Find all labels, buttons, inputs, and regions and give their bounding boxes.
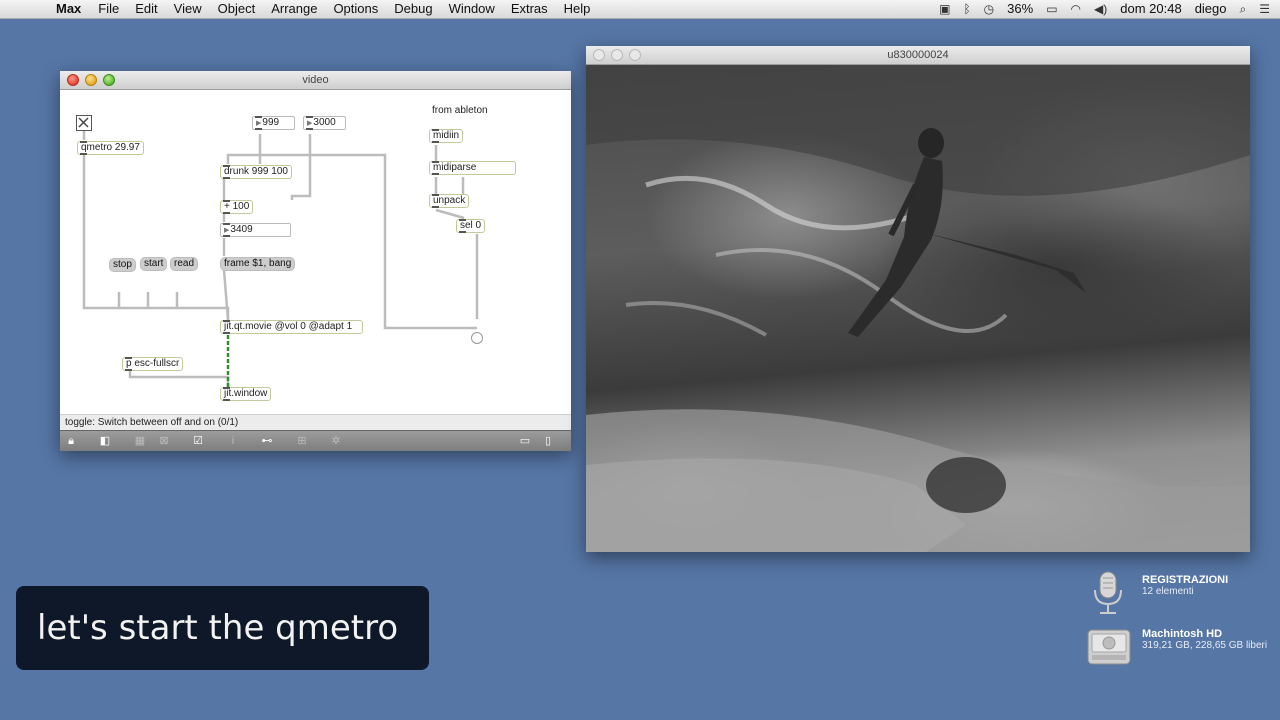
battery-icon[interactable]: ▭ bbox=[1046, 0, 1057, 18]
desktop-item-sub: 319,21 GB, 228,65 GB liberi bbox=[1142, 640, 1268, 651]
comment-from-ableton: from ableton bbox=[432, 105, 488, 116]
right-panel-icon[interactable]: ▯ bbox=[542, 435, 554, 447]
zoom-button[interactable] bbox=[103, 74, 115, 86]
presentation-icon[interactable]: ◧ bbox=[99, 435, 111, 447]
sel-object[interactable]: sel 0 bbox=[456, 219, 486, 233]
window-controls bbox=[593, 49, 641, 61]
toggle-x-icon bbox=[78, 117, 89, 128]
slider-icon[interactable]: ⊷ bbox=[261, 435, 273, 447]
close-button[interactable] bbox=[593, 49, 605, 61]
bottom-panel-icon[interactable]: ▭ bbox=[519, 435, 531, 447]
microphone-icon bbox=[1094, 571, 1122, 614]
subtitle-caption: let's start the qmetro bbox=[16, 586, 429, 670]
window-controls bbox=[67, 74, 115, 86]
close-button[interactable] bbox=[67, 74, 79, 86]
minimize-button[interactable] bbox=[611, 49, 623, 61]
number-box-3409[interactable]: ▶3409 bbox=[220, 223, 291, 237]
number-box-999[interactable]: ▶999 bbox=[252, 116, 295, 130]
patcher-window: video qmetro 29.97 ▶999 ▶3000 drunk 999 … bbox=[60, 71, 571, 451]
video-titlebar[interactable]: u830000024 bbox=[586, 46, 1250, 65]
patcher-titlebar[interactable]: video bbox=[60, 71, 571, 90]
lock-icon[interactable]: 🔒︎ bbox=[65, 435, 77, 447]
plus-object[interactable]: + 100 bbox=[220, 200, 254, 214]
time-machine-icon[interactable]: ◷ bbox=[984, 0, 994, 18]
grid-icon[interactable]: ⊞ bbox=[296, 435, 308, 447]
menu-extras[interactable]: Extras bbox=[503, 0, 556, 18]
midiparse-object[interactable]: midiparse bbox=[429, 161, 516, 175]
video-window: u830000024 bbox=[586, 46, 1250, 552]
menu-view[interactable]: View bbox=[166, 0, 210, 18]
menu-object[interactable]: Object bbox=[210, 0, 264, 18]
stop-message[interactable]: stop bbox=[109, 258, 136, 272]
minimize-button[interactable] bbox=[85, 74, 97, 86]
desktop-item-name: Machintosh HD bbox=[1142, 628, 1223, 640]
clock[interactable]: dom 20:48 bbox=[1120, 0, 1181, 18]
notification-center-icon[interactable]: ☰ bbox=[1259, 0, 1270, 18]
zoom-button[interactable] bbox=[629, 49, 641, 61]
desktop-item-label: Machintosh HD 319,21 GB, 228,65 GB liber… bbox=[1142, 628, 1267, 651]
qmetro-object[interactable]: qmetro 29.97 bbox=[77, 141, 144, 155]
hard-drive-icon bbox=[1087, 629, 1131, 665]
menu-bar: Max File Edit View Object Arrange Option… bbox=[0, 0, 1280, 19]
user-name[interactable]: diego bbox=[1195, 0, 1227, 18]
video-frame bbox=[586, 65, 1250, 552]
number-value: 3000 bbox=[313, 117, 336, 128]
patcher-toolbar: 🔒︎ ◧ ▦ ⊠ ☑ i ⊷ ⊞ ✲ ▭ ▯ bbox=[60, 430, 571, 451]
palette-icon[interactable]: ✲ bbox=[330, 435, 342, 447]
desktop-item-name: REGISTRAZIONI bbox=[1142, 574, 1229, 586]
menu-help[interactable]: Help bbox=[556, 0, 599, 18]
toggle-button[interactable] bbox=[76, 115, 92, 131]
info-icon[interactable]: i bbox=[227, 435, 239, 447]
desktop-item-hard-drive[interactable]: Machintosh HD 319,21 GB, 228,65 GB liber… bbox=[1086, 624, 1267, 673]
jit-window-object[interactable]: jit.window bbox=[220, 387, 272, 401]
status-area: ▣ ᛒ ◷ 36% ▭ ◠ ◀) dom 20:48 diego ⌕ ☰ bbox=[939, 0, 1270, 18]
number-value: 999 bbox=[262, 117, 280, 128]
number-arrow-icon: ▶ bbox=[224, 227, 230, 234]
unpack-object[interactable]: unpack bbox=[429, 194, 470, 208]
number-box-3000[interactable]: ▶3000 bbox=[303, 116, 346, 130]
menu-edit[interactable]: Edit bbox=[127, 0, 165, 18]
menu-file[interactable]: File bbox=[90, 0, 127, 18]
patcher-title: video bbox=[302, 74, 329, 86]
status-bar: toggle: Switch between off and on (0/1) bbox=[60, 414, 571, 430]
menu-window[interactable]: Window bbox=[441, 0, 503, 18]
desktop-item-registrazioni[interactable]: REGISTRAZIONI 12 elementi bbox=[1086, 570, 1228, 621]
number-arrow-icon: ▶ bbox=[307, 120, 313, 127]
midiin-object[interactable]: midiin bbox=[429, 129, 464, 143]
menu-list: Max File Edit View Object Arrange Option… bbox=[48, 0, 598, 18]
spotlight-search-icon[interactable]: ⌕ bbox=[1240, 0, 1247, 18]
menu-debug[interactable]: Debug bbox=[386, 0, 440, 18]
inspector-icon[interactable]: ☑ bbox=[192, 435, 204, 447]
bang-button[interactable] bbox=[471, 332, 483, 344]
jit-qt-movie-object[interactable]: jit.qt.movie @vol 0 @adapt 1 bbox=[220, 320, 363, 334]
esc-fullscr-object[interactable]: p esc-fullscr bbox=[122, 357, 184, 371]
battery-percent[interactable]: 36% bbox=[1007, 0, 1033, 18]
new-object-icon[interactable]: ▦ bbox=[134, 435, 146, 447]
bluetooth-icon[interactable]: ᛒ bbox=[963, 0, 970, 18]
patcher-canvas[interactable]: qmetro 29.97 ▶999 ▶3000 drunk 999 100 + … bbox=[60, 90, 571, 414]
desktop-item-sub: 12 elementi bbox=[1142, 586, 1194, 597]
start-message[interactable]: start bbox=[140, 257, 168, 271]
menu-arrange[interactable]: Arrange bbox=[263, 0, 325, 18]
wifi-icon[interactable]: ◠ bbox=[1071, 0, 1081, 18]
number-value: 3409 bbox=[230, 224, 253, 235]
number-arrow-icon: ▶ bbox=[256, 120, 262, 127]
menu-max[interactable]: Max bbox=[48, 0, 90, 18]
desktop-item-label: REGISTRAZIONI 12 elementi bbox=[1142, 574, 1228, 597]
drunk-object[interactable]: drunk 999 100 bbox=[220, 165, 292, 179]
screen-record-icon[interactable]: ▣ bbox=[939, 0, 950, 18]
frame-message[interactable]: frame $1, bang bbox=[220, 257, 296, 271]
delete-icon[interactable]: ⊠ bbox=[158, 435, 170, 447]
menu-options[interactable]: Options bbox=[325, 0, 386, 18]
video-figure-image bbox=[586, 65, 1250, 552]
video-title: u830000024 bbox=[887, 49, 949, 61]
read-message[interactable]: read bbox=[170, 257, 199, 271]
volume-icon[interactable]: ◀) bbox=[1094, 0, 1107, 18]
